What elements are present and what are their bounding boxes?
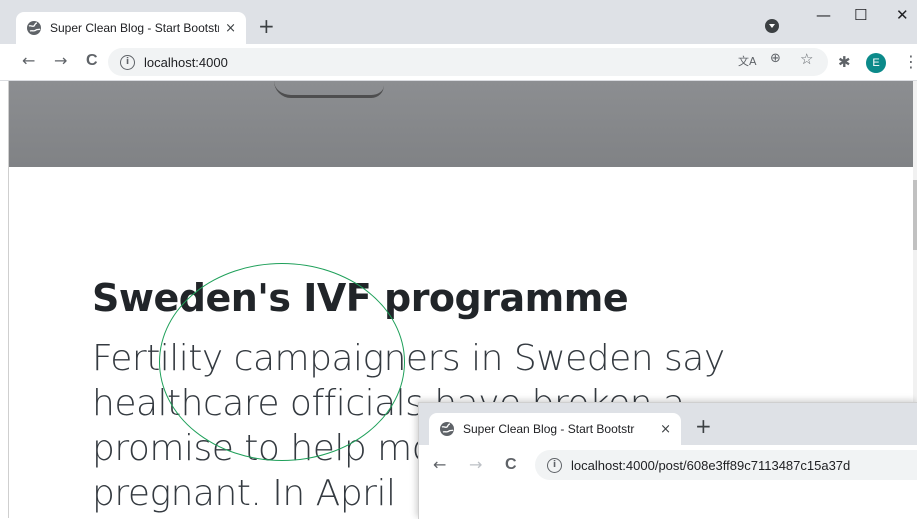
close-window-button[interactable]: ✕: [896, 6, 909, 24]
second-browser-tab[interactable]: Super Clean Blog - Start Bootstr ×: [429, 413, 681, 445]
profile-avatar[interactable]: E: [866, 53, 886, 73]
second-address-bar[interactable]: i localhost:4000/post/608e3ff89c7113487c…: [535, 450, 917, 480]
zoom-icon[interactable]: ⊕: [770, 51, 781, 66]
browser-tab-active[interactable]: Super Clean Blog - Start Bootstr ×: [16, 12, 246, 44]
browser-toolbar: ← → C i localhost:4000 文A ⊕ ☆ ✱ E ⋮: [0, 44, 917, 81]
second-site-info-icon[interactable]: i: [547, 457, 562, 473]
second-browser-toolbar: ← → C i localhost:4000/post/608e3ff89c71…: [419, 445, 917, 485]
scrollbar-thumb[interactable]: [913, 180, 917, 250]
second-tab-strip: Super Clean Blog - Start Bootstr × +: [419, 403, 917, 445]
extensions-puzzle-icon[interactable]: ✱: [838, 53, 851, 71]
page-left-border: [8, 81, 9, 518]
tab-strip: Super Clean Blog - Start Bootstr × + — ☐…: [0, 0, 917, 44]
tab-title: Super Clean Blog - Start Bootstr: [50, 21, 220, 35]
bookmark-star-icon[interactable]: ☆: [800, 50, 813, 68]
minimize-button[interactable]: —: [816, 6, 831, 24]
second-back-button[interactable]: ←: [433, 456, 446, 474]
new-tab-button[interactable]: +: [258, 16, 275, 36]
hero-cable-shape: [274, 81, 384, 98]
back-button[interactable]: ←: [22, 52, 35, 70]
tab-close-icon[interactable]: ×: [225, 21, 236, 36]
second-tab-close-icon[interactable]: ×: [660, 422, 671, 437]
translate-icon[interactable]: 文A: [738, 53, 757, 69]
maximize-button[interactable]: ☐: [854, 6, 867, 24]
reload-button[interactable]: C: [86, 52, 98, 70]
address-url: localhost:4000: [144, 54, 228, 70]
annotation-circle: [159, 263, 405, 461]
second-browser-window: Super Clean Blog - Start Bootstr × + ← →…: [418, 402, 917, 519]
hero-image: [9, 81, 913, 167]
second-new-tab-button[interactable]: +: [695, 416, 712, 436]
second-forward-button[interactable]: →: [469, 456, 482, 474]
globe-icon: [440, 422, 454, 436]
browser-menu-icon[interactable]: ⋮: [903, 52, 917, 71]
second-reload-button[interactable]: C: [505, 456, 517, 474]
media-control-icon[interactable]: [765, 19, 779, 33]
second-tab-title: Super Clean Blog - Start Bootstr: [463, 422, 635, 436]
globe-icon: [27, 21, 41, 35]
forward-button[interactable]: →: [54, 52, 67, 70]
second-address-url: localhost:4000/post/608e3ff89c7113487c15…: [571, 457, 851, 473]
address-bar[interactable]: i localhost:4000: [108, 48, 828, 76]
site-info-icon[interactable]: i: [120, 54, 135, 70]
